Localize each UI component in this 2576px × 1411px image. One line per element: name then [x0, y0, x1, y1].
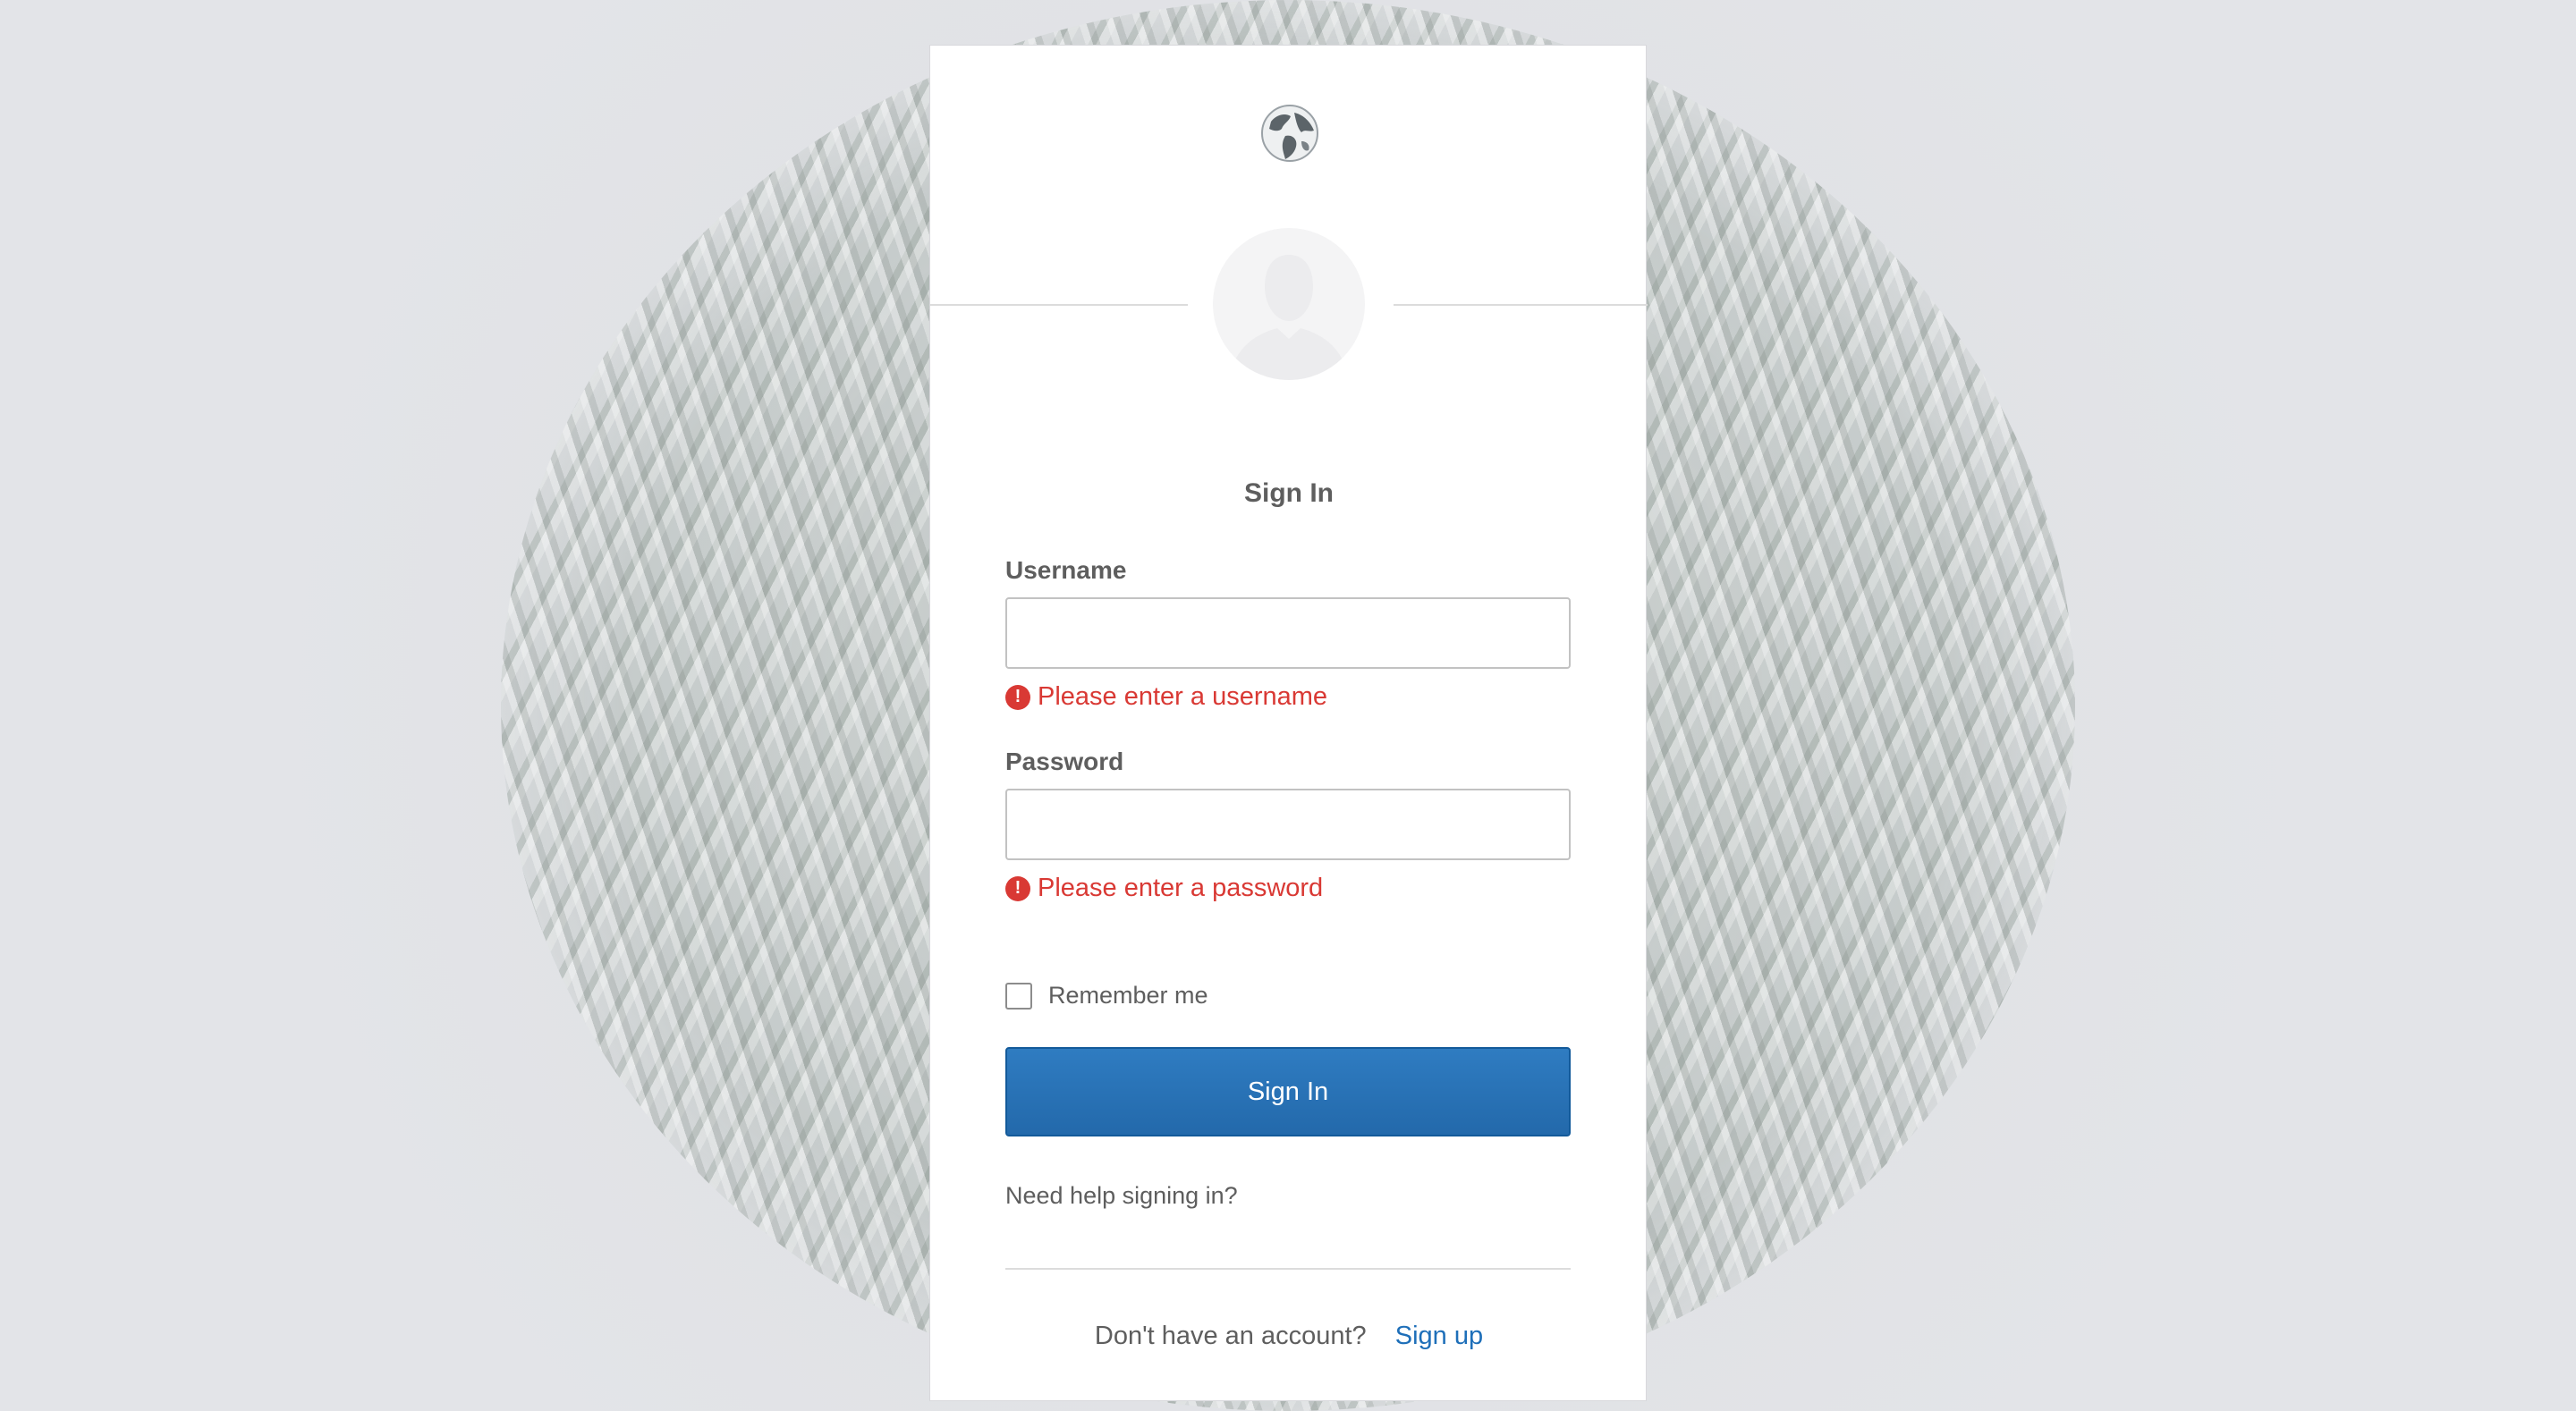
no-account-text: Don't have an account? — [1094, 1322, 1367, 1350]
password-error: ! Please enter a password — [1005, 874, 1323, 903]
globe-icon — [1258, 102, 1321, 165]
sign-in-card: Sign In Username ! Please enter a userna… — [929, 45, 1648, 1401]
password-error-text: Please enter a password — [1038, 874, 1324, 902]
remember-me-label: Remember me — [1048, 982, 1208, 1009]
error-icon: ! — [1005, 875, 1030, 901]
error-icon: ! — [1005, 684, 1030, 710]
password-label: Password — [1005, 748, 1124, 775]
help-link[interactable]: Need help signing in? — [1005, 1182, 1238, 1210]
remember-me-checkbox[interactable] — [1005, 982, 1032, 1010]
password-input[interactable] — [1005, 789, 1571, 860]
signup-row: Don't have an account? Sign up — [930, 1322, 1648, 1351]
footer-divider — [1005, 1268, 1571, 1270]
username-error: ! Please enter a username — [1005, 682, 1327, 712]
page-title: Sign In — [1244, 478, 1334, 508]
username-error-text: Please enter a username — [1038, 682, 1328, 711]
user-silhouette-icon — [1213, 228, 1365, 380]
header-divider-right — [1394, 304, 1648, 306]
username-input[interactable] — [1005, 597, 1571, 669]
sign-up-link[interactable]: Sign up — [1395, 1322, 1483, 1350]
username-label: Username — [1005, 556, 1127, 584]
header-divider-left — [930, 304, 1188, 306]
remember-me[interactable]: Remember me — [1005, 982, 1208, 1010]
sign-in-button[interactable]: Sign In — [1005, 1047, 1571, 1136]
